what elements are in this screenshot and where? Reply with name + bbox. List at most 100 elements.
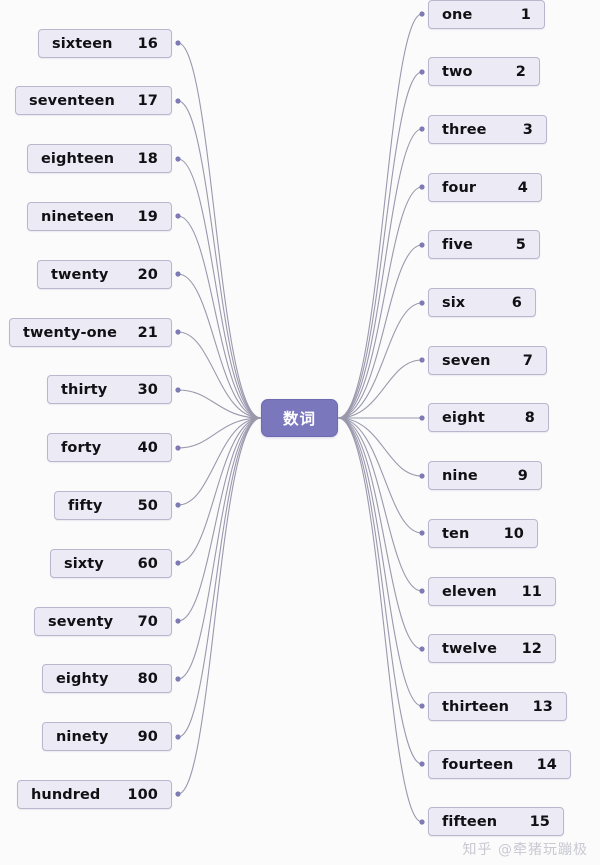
connector-curve <box>337 71 423 419</box>
node-word: sixteen <box>52 35 113 52</box>
node-number: 40 <box>137 439 158 456</box>
node-word: ten <box>442 525 470 542</box>
mindmap-node-eighteen[interactable]: eighteen 18 <box>27 144 172 173</box>
mindmap-node-twenty-one[interactable]: twenty-one 21 <box>9 318 172 347</box>
node-number: 2 <box>515 63 526 80</box>
node-word: hundred <box>31 786 101 803</box>
connector-curve <box>337 417 423 823</box>
node-number: 7 <box>522 352 533 369</box>
mindmap-node-sixty[interactable]: sixty 60 <box>50 549 172 578</box>
connector-curve <box>337 417 423 707</box>
node-word: five <box>442 236 473 253</box>
mindmap-node-four[interactable]: four 4 <box>428 173 542 202</box>
node-word: seventy <box>48 613 114 630</box>
node-number: 4 <box>517 179 528 196</box>
connector-dot <box>419 242 425 248</box>
connector-curve <box>337 186 423 419</box>
watermark: 知乎 @牵猪玩蹦极 <box>462 842 588 858</box>
connector-curve <box>177 215 262 419</box>
connector-dot <box>175 40 181 46</box>
connector-dot <box>175 387 181 393</box>
connector-curve <box>337 417 423 534</box>
connector-curve <box>177 42 262 419</box>
connector-dot <box>419 69 425 75</box>
node-number: 80 <box>137 670 158 687</box>
node-word: nineteen <box>41 208 115 225</box>
mindmap-node-two[interactable]: two 2 <box>428 57 540 86</box>
mindmap-node-ninety[interactable]: ninety 90 <box>42 722 172 751</box>
node-number: 100 <box>127 786 158 803</box>
mindmap-node-thirteen[interactable]: thirteen 13 <box>428 692 567 721</box>
mindmap-node-eight[interactable]: eight 8 <box>428 403 549 432</box>
connector-dot <box>175 734 181 740</box>
mindmap-node-seventeen[interactable]: seventeen 17 <box>15 86 172 115</box>
node-number: 20 <box>137 266 158 283</box>
mindmap-node-six[interactable]: six 6 <box>428 288 536 317</box>
connector-curve <box>177 417 262 506</box>
node-word: eighteen <box>41 150 115 167</box>
mindmap-node-eighty[interactable]: eighty 80 <box>42 664 172 693</box>
node-number: 60 <box>137 555 158 572</box>
node-number: 8 <box>524 409 535 426</box>
mindmap-node-hundred[interactable]: hundred 100 <box>17 780 172 809</box>
mindmap-node-nine[interactable]: nine 9 <box>428 461 542 490</box>
mindmap-node-one[interactable]: one 1 <box>428 0 545 29</box>
mindmap-node-twenty[interactable]: twenty 20 <box>37 260 172 289</box>
mindmap-node-three[interactable]: three 3 <box>428 115 547 144</box>
node-number: 12 <box>521 640 542 657</box>
mindmap-node-seventy[interactable]: seventy 70 <box>34 607 172 636</box>
connector-curve <box>177 417 262 795</box>
node-word: twelve <box>442 640 498 657</box>
connector-curve <box>177 273 262 419</box>
connector-curve <box>177 331 262 419</box>
mindmap-node-twelve[interactable]: twelve 12 <box>428 634 556 663</box>
node-number: 30 <box>137 381 158 398</box>
connector-dot <box>175 502 181 508</box>
node-number: 70 <box>137 613 158 630</box>
mindmap-node-ten[interactable]: ten 10 <box>428 519 538 548</box>
connector-curve <box>337 302 423 419</box>
mindmap-node-thirty[interactable]: thirty 30 <box>47 375 172 404</box>
node-word: ninety <box>56 728 109 745</box>
mindmap-node-sixteen[interactable]: sixteen 16 <box>38 29 172 58</box>
node-word: seven <box>442 352 491 369</box>
connector-dot <box>175 329 181 335</box>
node-word: eighty <box>56 670 109 687</box>
mindmap-node-nineteen[interactable]: nineteen 19 <box>27 202 172 231</box>
mindmap-node-fifty[interactable]: fifty 50 <box>54 491 172 520</box>
connector-curve <box>177 389 262 419</box>
connector-curve <box>177 417 262 738</box>
connector-dot <box>175 618 181 624</box>
connector-dot <box>419 300 425 306</box>
connector-dot <box>419 819 425 825</box>
node-number: 3 <box>522 121 533 138</box>
node-number: 17 <box>137 92 158 109</box>
mindmap-node-seven[interactable]: seven 7 <box>428 346 547 375</box>
connector-curve <box>337 417 423 650</box>
mindmap-node-five[interactable]: five 5 <box>428 230 540 259</box>
connector-dot <box>175 271 181 277</box>
node-number: 1 <box>520 6 531 23</box>
mindmap-node-eleven[interactable]: eleven 11 <box>428 577 556 606</box>
connector-dot <box>419 126 425 132</box>
connector-dot <box>175 98 181 104</box>
central-node[interactable]: 数词 <box>261 399 338 437</box>
node-word: twenty <box>51 266 109 283</box>
node-word: twenty-one <box>23 324 118 341</box>
connector-curve <box>337 244 423 419</box>
connector-dot <box>175 791 181 797</box>
node-word: fifty <box>68 497 103 514</box>
connector-curve <box>177 417 262 449</box>
mindmap-node-fifteen[interactable]: fifteen 15 <box>428 807 564 836</box>
node-number: 5 <box>515 236 526 253</box>
node-number: 10 <box>503 525 524 542</box>
node-word: three <box>442 121 487 138</box>
node-word: two <box>442 63 473 80</box>
mindmap-node-forty[interactable]: forty 40 <box>47 433 172 462</box>
mindmap-node-fourteen[interactable]: fourteen 14 <box>428 750 571 779</box>
node-number: 14 <box>536 756 557 773</box>
connector-dot <box>175 213 181 219</box>
node-word: eight <box>442 409 485 426</box>
node-word: sixty <box>64 555 104 572</box>
connector-dot <box>419 473 425 479</box>
